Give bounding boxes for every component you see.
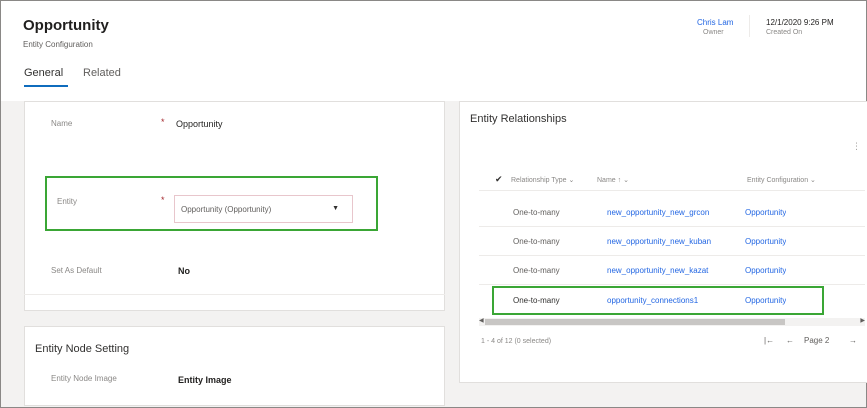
node-image-label: Entity Node Image: [51, 374, 117, 383]
node-setting-title: Entity Node Setting: [35, 343, 130, 355]
previous-page-icon[interactable]: ←: [786, 336, 794, 345]
tab-general[interactable]: General: [24, 67, 63, 79]
chevron-down-icon[interactable]: ▼: [332, 205, 339, 212]
section-divider: [24, 294, 445, 295]
set-as-default-label: Set As Default: [51, 266, 102, 275]
cell-name-link[interactable]: opportunity_connections1: [607, 296, 737, 305]
cell-name-link[interactable]: new_opportunity_new_kuban: [607, 237, 737, 246]
cell-name-link[interactable]: new_opportunity_new_kazat: [607, 266, 737, 275]
entity-select[interactable]: Opportunity (Opportunity) ▼: [174, 195, 353, 223]
next-page-icon[interactable]: →: [849, 336, 857, 345]
created-on-label: Created On: [766, 29, 803, 36]
scrollbar-thumb[interactable]: [485, 319, 785, 325]
tab-related[interactable]: Related: [83, 67, 121, 79]
horizontal-scrollbar[interactable]: ◀ ▶: [479, 318, 865, 326]
name-label: Name: [51, 119, 73, 128]
header-divider: [749, 15, 750, 37]
owner-link[interactable]: Chris Lam: [697, 18, 733, 27]
cell-relationship-type: One-to-many: [513, 296, 560, 305]
page-title: Opportunity: [23, 17, 109, 34]
cell-relationship-type: One-to-many: [513, 266, 560, 275]
cell-relationship-type: One-to-many: [513, 237, 560, 246]
table-row[interactable]: One-to-many new_opportunity_new_grcon Op…: [479, 200, 865, 226]
record-count: 1 - 4 of 12 (0 selected): [481, 338, 552, 345]
col-relationship-type[interactable]: Relationship Type ⌄: [511, 176, 574, 184]
cell-config-link[interactable]: Opportunity: [745, 296, 786, 305]
cell-config-link[interactable]: Opportunity: [745, 266, 786, 275]
tab-selected-indicator: [24, 85, 68, 87]
grid-header: ✔ Relationship Type ⌄ Name ↑ ⌄ Entity Co…: [479, 167, 865, 191]
cell-config-link[interactable]: Opportunity: [745, 237, 786, 246]
entity-node-setting-section: [24, 326, 445, 406]
row-divider: [479, 226, 865, 227]
table-row[interactable]: One-to-many new_opportunity_new_kuban Op…: [479, 229, 865, 255]
table-row[interactable]: One-to-many opportunity_connections1 Opp…: [479, 288, 865, 314]
table-row[interactable]: One-to-many new_opportunity_new_kazat Op…: [479, 258, 865, 284]
col-name[interactable]: Name ↑ ⌄: [597, 176, 629, 184]
name-required-marker: *: [161, 117, 165, 127]
record-header: Opportunity Entity Configuration Chris L…: [1, 1, 866, 101]
entity-required-marker: *: [161, 195, 165, 205]
sort-ascending-icon: ↑: [617, 177, 622, 184]
first-page-icon[interactable]: |←: [764, 336, 774, 345]
cell-config-link[interactable]: Opportunity: [745, 208, 786, 217]
row-divider: [479, 255, 865, 256]
col-entity-configuration[interactable]: Entity Configuration ⌄: [747, 176, 816, 184]
entity-select-value: Opportunity (Opportunity): [181, 205, 272, 214]
created-on-value: 12/1/2020 9:26 PM: [766, 18, 834, 27]
row-divider: [479, 284, 865, 285]
node-image-value[interactable]: Entity Image: [178, 375, 232, 385]
name-value[interactable]: Opportunity: [176, 119, 223, 129]
select-all-check-icon[interactable]: ✔: [495, 174, 503, 185]
cell-name-link[interactable]: new_opportunity_new_grcon: [607, 208, 737, 217]
page-indicator: Page 2: [804, 336, 830, 345]
set-as-default-value[interactable]: No: [178, 266, 190, 276]
page-subtitle: Entity Configuration: [23, 40, 93, 49]
owner-label: Owner: [703, 29, 724, 36]
scroll-right-icon[interactable]: ▶: [860, 317, 865, 324]
cell-relationship-type: One-to-many: [513, 208, 560, 217]
more-options-icon[interactable]: ⋮: [852, 141, 861, 152]
relationships-title: Entity Relationships: [470, 113, 567, 125]
entity-label: Entity: [57, 197, 78, 206]
scroll-left-icon[interactable]: ◀: [479, 317, 484, 324]
